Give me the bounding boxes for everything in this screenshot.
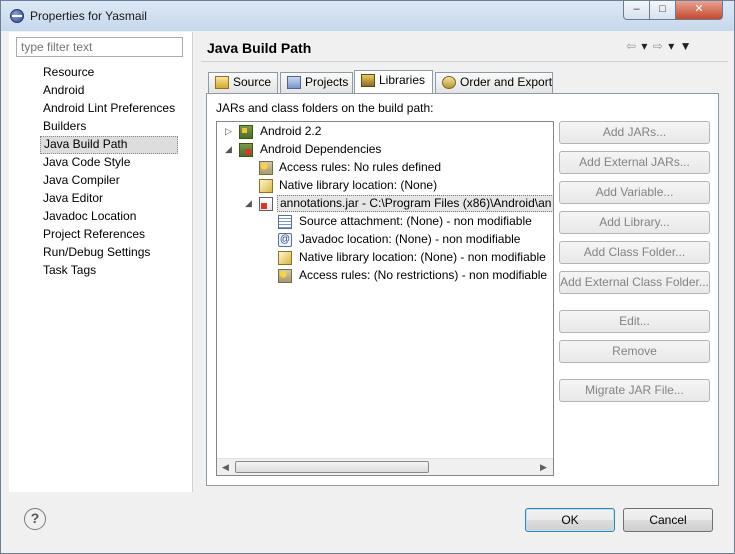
tree-row-annotations-jar[interactable]: ◢ annotations.jar - C:\Program Files (x8… [217,195,553,213]
libraries-icon [361,74,375,87]
add-class-folder-button[interactable]: Add Class Folder... [559,241,710,264]
tab-label: Projects [305,75,349,89]
tree-label: Javadoc location: (None) - non modifiabl… [299,232,521,246]
collapse-triangle-icon[interactable]: ◢ [245,195,255,212]
nav-item-run-debug-settings[interactable]: Run/Debug Settings [40,244,178,262]
minimize-button[interactable]: – [623,1,650,20]
build-path-label: JARs and class folders on the build path… [216,101,434,115]
nav-item-project-references[interactable]: Project References [40,226,178,244]
projects-icon [287,76,301,89]
scroll-right-icon[interactable]: ▶ [540,462,547,473]
access-rules-icon [259,161,273,175]
help-icon[interactable]: ? [24,508,46,530]
source-attachment-icon [278,215,292,229]
window-title: Properties for Yasmail [30,9,147,23]
tree-label: Access rules: No rules defined [279,160,442,174]
nav-item-javadoc-location[interactable]: Javadoc Location [40,208,178,226]
migrate-jar-button[interactable]: Migrate JAR File... [559,379,710,402]
property-page-list: Resource Android Android Lint Preference… [40,64,179,280]
edit-button[interactable]: Edit... [559,310,710,333]
add-library-button[interactable]: Add Library... [559,211,710,234]
tree-label: Source attachment: (None) - non modifiab… [299,214,532,228]
page-title: Java Build Path [207,40,312,56]
nav-item-builders[interactable]: Builders [40,118,178,136]
tree-label: Native library location: (None) [279,178,438,192]
nav-item-java-build-path[interactable]: Java Build Path [40,136,179,154]
add-jars-button[interactable]: Add JARs... [559,121,710,144]
tree-row-android-2-2[interactable]: ▷ Android 2.2 [217,123,553,141]
properties-dialog: Properties for Yasmail – □ ✕ Resource An… [0,0,735,554]
cancel-button[interactable]: Cancel [623,508,713,532]
tree-label: Native library location: (None) - non mo… [299,250,546,264]
library-dependency-icon [239,143,253,157]
nav-item-android[interactable]: Android [40,82,178,100]
horizontal-scrollbar[interactable]: ◀ ▶ [217,458,553,475]
libraries-panel: JARs and class folders on the build path… [206,93,719,486]
native-library-icon [259,179,273,193]
library-icon [239,125,253,139]
access-rules-icon [278,269,292,283]
scroll-thumb[interactable] [235,461,429,473]
nav-item-resource[interactable]: Resource [40,64,178,82]
tab-label: Libraries [379,73,426,87]
title-bar[interactable]: Properties for Yasmail – □ ✕ [1,1,734,31]
tab-projects[interactable]: Projects [280,72,353,93]
tree-row-source-attachment[interactable]: Source attachment: (None) - non modifiab… [217,213,553,231]
jar-file-icon [259,197,273,211]
tree-label: Android Dependencies [260,142,382,156]
native-library-icon [278,251,292,265]
nav-item-java-code-style[interactable]: Java Code Style [40,154,178,172]
tree-row-android-dependencies[interactable]: ◢ Android Dependencies [217,141,553,159]
forward-arrow-icon[interactable]: ⇨ [653,39,664,53]
order-export-icon [442,76,456,89]
view-menu-icon[interactable]: ▼ [680,39,693,53]
add-external-jars-button[interactable]: Add External JARs... [559,151,710,174]
tree-label: annotations.jar - C:\Program Files (x86)… [277,195,553,212]
tree-row-javadoc-location[interactable]: @ Javadoc location: (None) - non modifia… [217,231,553,249]
tab-label: Order and Export [460,75,553,89]
preference-tree-pane: Resource Android Android Lint Preference… [9,32,192,492]
filter-input[interactable] [16,37,183,57]
back-menu-chevron-icon[interactable]: ▾ [641,39,648,53]
tab-label: Source [233,75,272,89]
tree-row-native-library-nested[interactable]: Native library location: (None) - non mo… [217,249,553,267]
pane-splitter[interactable] [192,32,193,492]
tree-label: Access rules: (No restrictions) - non mo… [299,268,548,282]
ok-button[interactable]: OK [525,508,615,532]
scroll-left-icon[interactable]: ◀ [222,462,229,473]
tree-row-access-rules[interactable]: Access rules: No rules defined [217,159,553,177]
nav-item-java-compiler[interactable]: Java Compiler [40,172,178,190]
tree-row-native-library[interactable]: Native library location: (None) [217,177,553,195]
javadoc-icon: @ [278,233,292,247]
header-divider [201,61,728,62]
expand-triangle-icon[interactable]: ▷ [225,123,235,140]
forward-menu-chevron-icon[interactable]: ▾ [668,39,675,53]
remove-button[interactable]: Remove [559,340,710,363]
back-arrow-icon[interactable]: ⇦ [626,39,637,53]
tree-label: Android 2.2 [260,124,322,138]
history-navigation: ⇦ ▾ ⇨ ▾ ▼ [626,39,692,53]
add-variable-button[interactable]: Add Variable... [559,181,710,204]
nav-item-task-tags[interactable]: Task Tags [40,262,178,280]
nav-item-android-lint-preferences[interactable]: Android Lint Preferences [40,100,178,118]
tab-libraries[interactable]: Libraries [354,70,433,93]
source-folder-icon [215,76,229,89]
add-external-class-folder-button[interactable]: Add External Class Folder... [559,271,710,294]
eclipse-icon [10,9,24,23]
tab-order-and-export[interactable]: Order and Export [435,72,553,93]
close-button[interactable]: ✕ [675,1,723,20]
libraries-tree[interactable]: ▷ Android 2.2 ◢ Android Dependencies Acc… [216,121,554,476]
collapse-triangle-icon[interactable]: ◢ [225,141,235,158]
nav-item-java-editor[interactable]: Java Editor [40,190,178,208]
tab-source[interactable]: Source [208,72,278,93]
tree-row-access-rules-nested[interactable]: Access rules: (No restrictions) - non mo… [217,267,553,285]
maximize-button[interactable]: □ [649,1,676,20]
